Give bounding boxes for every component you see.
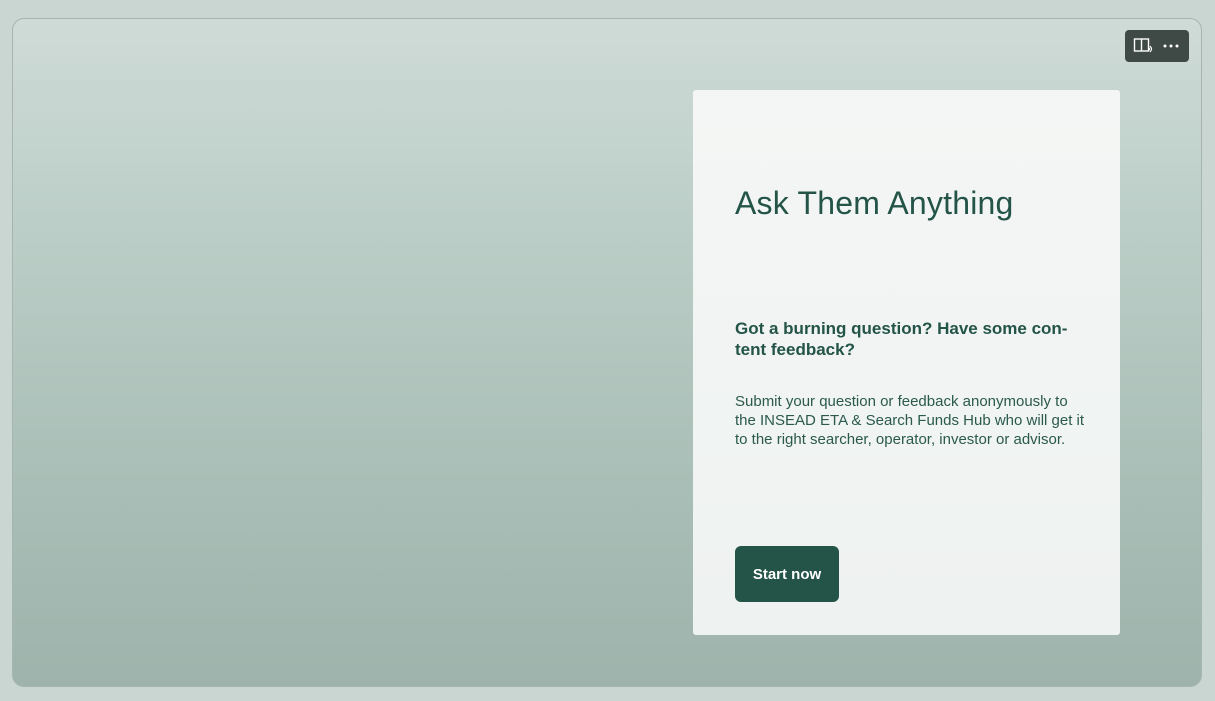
more-options-button[interactable] [1159, 34, 1183, 58]
top-right-toolbar [1125, 30, 1189, 62]
more-options-icon [1163, 44, 1179, 48]
form-title: Ask Them Anything [735, 185, 1014, 221]
form-description: Submit your question or feedback anonymo… [735, 393, 1085, 448]
start-now-button[interactable]: Start now [735, 546, 839, 602]
immersive-reader-button[interactable] [1131, 34, 1155, 58]
form-subtitle: Got a burning question? Have some con- t… [735, 319, 1068, 359]
welcome-card: Ask Them Anything Got a burning question… [693, 90, 1120, 635]
immersive-reader-icon [1133, 38, 1153, 53]
form-canvas: Ask Them Anything Got a burning question… [12, 18, 1202, 687]
